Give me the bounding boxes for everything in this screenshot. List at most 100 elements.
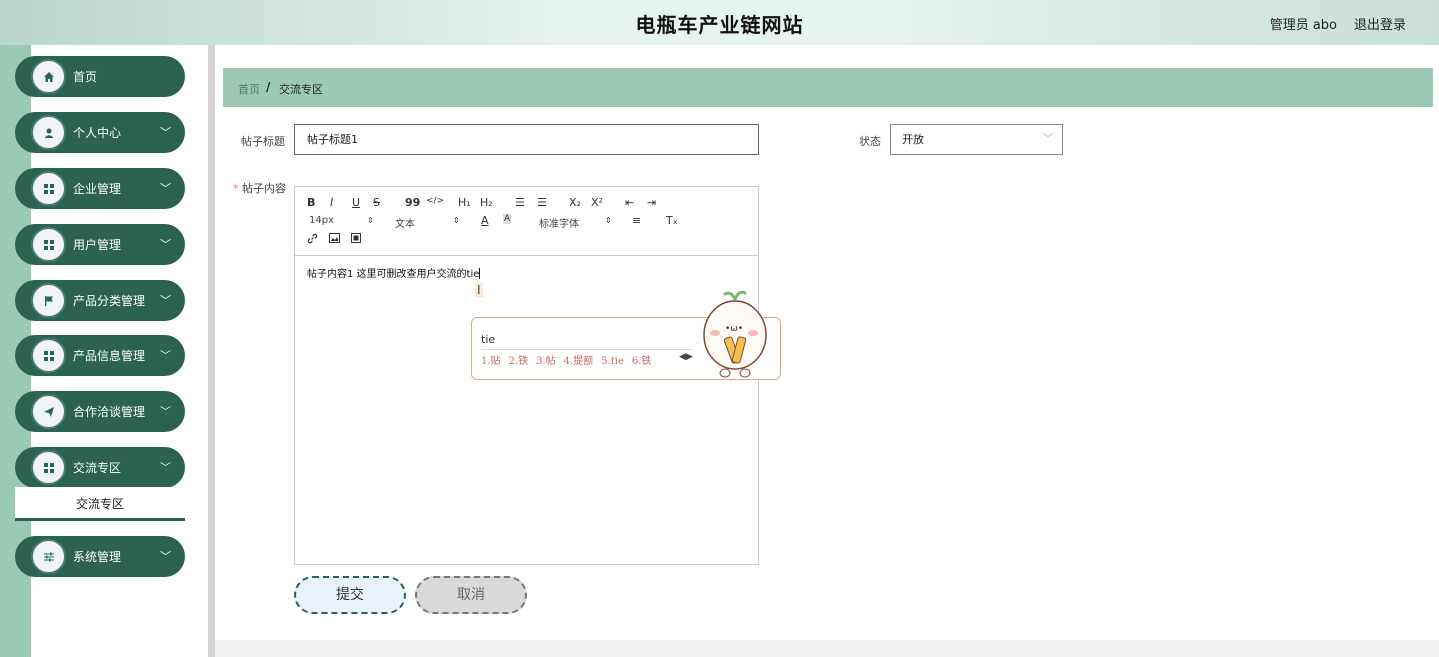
ime-divider xyxy=(481,349,693,350)
chevron-down-icon: ﹀ xyxy=(160,294,171,307)
chevron-down-icon: ﹀ xyxy=(160,550,171,563)
updown-icon: ⇕ xyxy=(453,216,460,225)
site-title: 电瓶车产业链网站 xyxy=(635,13,804,37)
editor-toolbar: B I U S 99 </> H₁ H₂ ☰ ☰ X₂ X² ⇤ ⇥ 14px … xyxy=(295,187,758,256)
ibeam-cursor-icon: I xyxy=(475,283,483,297)
cancel-button[interactable]: 取消 xyxy=(415,576,527,614)
breadcrumb-current: 交流专区 xyxy=(279,83,323,96)
ime-candidate[interactable]: 3.帖 xyxy=(536,356,556,367)
post-content-text: 帖子内容1 这里可删改查用户交流的tie xyxy=(307,269,480,280)
main-footer-band xyxy=(215,640,1439,657)
italic-button[interactable]: I xyxy=(330,196,333,209)
sidebar-item-label: 交流专区 xyxy=(73,461,122,475)
sidebar-item-product-info[interactable]: 产品信息管理 ﹀ xyxy=(15,335,185,376)
post-title-input[interactable]: 帖子标题1 xyxy=(294,124,759,155)
sidebar-item-personal-center[interactable]: 个人中心 ﹀ xyxy=(15,112,185,153)
sidebar-item-label: 企业管理 xyxy=(73,182,122,196)
top-header: 电瓶车产业链网站 管理员 abo 退出登录 xyxy=(0,0,1439,45)
updown-icon: ⇕ xyxy=(605,216,612,225)
user-icon xyxy=(31,115,66,150)
breadcrumb-separator: / xyxy=(266,80,271,94)
grid-icon xyxy=(31,338,66,373)
status-selected-value: 开放 xyxy=(902,133,924,146)
sidebar-item-home[interactable]: 首页 xyxy=(15,56,185,97)
svg-text:•ω•: •ω• xyxy=(725,324,743,334)
subscript-button[interactable]: X₂ xyxy=(569,196,581,209)
chevron-down-icon: ﹀ xyxy=(160,126,171,139)
sidebar-item-label: 产品分类管理 xyxy=(73,294,146,308)
submit-button[interactable]: 提交 xyxy=(294,576,406,614)
superscript-button[interactable]: X² xyxy=(591,196,603,209)
video-icon[interactable] xyxy=(351,233,361,246)
sidebar-subitem-forum[interactable]: 交流专区 xyxy=(15,487,185,521)
post-title-label: 帖子标题 xyxy=(241,135,285,148)
chevron-down-icon: ﹀ xyxy=(160,182,171,195)
paragraph-format-select[interactable]: 文本 ⇕ xyxy=(395,215,461,230)
link-icon[interactable] xyxy=(307,233,318,247)
ime-page-arrows[interactable]: ◀▶ xyxy=(679,352,693,362)
ime-candidate[interactable]: 2.铁 xyxy=(509,356,529,367)
paragraph-format-value: 文本 xyxy=(395,219,415,230)
ime-candidate-list: 1.贴 2.铁 3.帖 4.提额 5.tie 6.铁 xyxy=(481,352,659,367)
status-select[interactable]: 开放 ﹀ xyxy=(890,124,1063,155)
grid-icon xyxy=(31,227,66,262)
text-caret xyxy=(479,268,481,279)
font-family-select[interactable]: 标准字体 ⇕ xyxy=(539,215,613,230)
clear-format-button[interactable]: Tₓ xyxy=(666,214,678,227)
bullet-list-button[interactable]: ☰ xyxy=(537,196,547,209)
sidebar-item-label: 产品信息管理 xyxy=(73,349,146,363)
code-block-button[interactable]: </> xyxy=(426,196,444,206)
bold-button[interactable]: B xyxy=(307,196,315,209)
background-color-icon[interactable]: A xyxy=(503,214,512,224)
grid-icon xyxy=(31,450,66,485)
sidebar-item-forum[interactable]: 交流专区 ﹀ xyxy=(15,447,185,488)
current-user-label: 管理员 abo xyxy=(1269,18,1337,33)
heading1-button[interactable]: H₁ xyxy=(458,196,471,209)
breadcrumb: 首页 / 交流专区 xyxy=(223,68,1433,107)
sidebar-item-system[interactable]: 系统管理 ﹀ xyxy=(15,536,185,577)
indent-button[interactable]: ⇥ xyxy=(647,196,656,209)
sidebar-item-cooperation[interactable]: 合作洽谈管理 ﹀ xyxy=(15,391,185,432)
sidebar-divider xyxy=(208,45,215,657)
font-family-value: 标准字体 xyxy=(539,219,579,230)
ime-candidate[interactable]: 1.贴 xyxy=(481,356,501,367)
home-icon xyxy=(31,59,66,94)
chevron-down-icon: ﹀ xyxy=(160,238,171,251)
ime-candidate[interactable]: 6.铁 xyxy=(632,356,652,367)
send-icon xyxy=(31,394,66,429)
breadcrumb-home-link[interactable]: 首页 xyxy=(238,81,260,97)
post-content-label: * 帖子内容 xyxy=(233,180,286,196)
sidebar-item-enterprise[interactable]: 企业管理 ﹀ xyxy=(15,168,185,209)
mascot-sticker-icon: •ω• xyxy=(703,290,767,378)
sidebar-item-label: 用户管理 xyxy=(73,238,122,252)
chevron-down-icon: ﹀ xyxy=(160,349,171,362)
outdent-button[interactable]: ⇤ xyxy=(625,196,634,209)
underline-button[interactable]: U xyxy=(352,196,360,209)
chevron-down-icon: ﹀ xyxy=(1043,134,1053,145)
ime-composition-text: tie xyxy=(481,333,496,346)
logout-link[interactable]: 退出登录 xyxy=(1354,14,1406,33)
sidebar-item-label: 个人中心 xyxy=(73,126,122,140)
status-label: 状态 xyxy=(859,135,881,148)
grid-icon xyxy=(31,171,66,206)
editor-body-text[interactable]: 帖子内容1 这里可删改查用户交流的tie xyxy=(307,265,481,280)
font-size-select[interactable]: 14px ⇕ xyxy=(309,215,375,226)
sliders-icon xyxy=(31,539,66,574)
heading2-button[interactable]: H₂ xyxy=(480,196,493,209)
sidebar-item-product-category[interactable]: 产品分类管理 ﹀ xyxy=(15,280,185,321)
sidebar-item-label: 合作洽谈管理 xyxy=(73,405,146,419)
post-content-label-text: 帖子内容 xyxy=(242,182,286,195)
chevron-down-icon: ﹀ xyxy=(160,405,171,418)
flag-icon xyxy=(31,283,66,318)
align-button[interactable]: ≡ xyxy=(632,214,641,227)
image-icon[interactable] xyxy=(329,233,340,246)
ordered-list-button[interactable]: ☰ xyxy=(515,196,525,209)
ime-candidate[interactable]: 4.提额 xyxy=(564,356,594,367)
sidebar-item-label: 系统管理 xyxy=(73,550,122,564)
blockquote-button[interactable]: 99 xyxy=(405,196,420,209)
chevron-up-icon: ﹀ xyxy=(160,461,171,474)
ime-candidate[interactable]: 5.tie xyxy=(601,356,624,367)
sidebar-item-users[interactable]: 用户管理 ﹀ xyxy=(15,224,185,265)
strike-button[interactable]: S xyxy=(373,196,380,209)
font-color-icon[interactable]: A xyxy=(481,214,489,227)
